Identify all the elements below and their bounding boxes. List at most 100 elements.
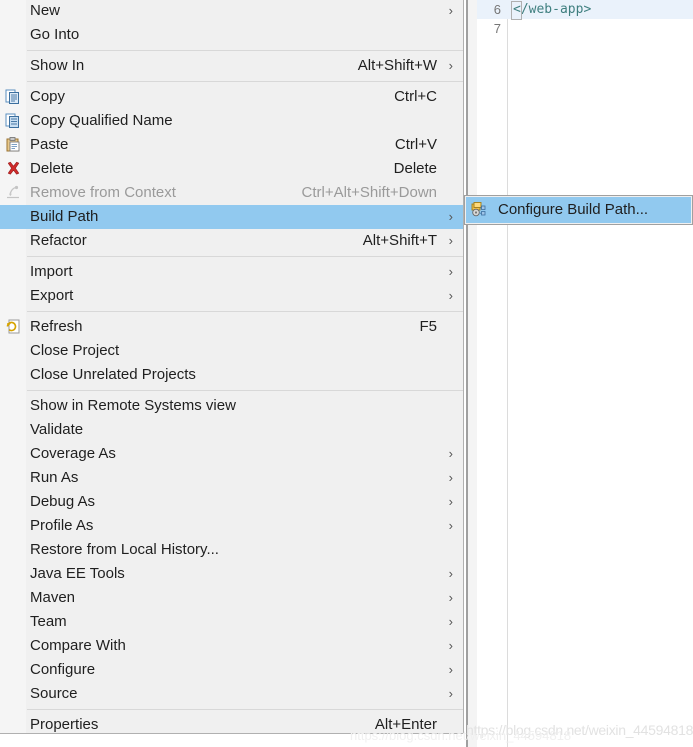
chevron-right-icon: › xyxy=(448,58,453,73)
menu-item-label: New xyxy=(30,2,61,19)
menu-item-shortcut: Ctrl+C xyxy=(394,88,437,105)
menu-item-shortcut: Ctrl+V xyxy=(394,136,437,153)
chevron-right-icon: › xyxy=(448,494,453,509)
menu-separator xyxy=(27,311,463,312)
menu-item-label: Close Project xyxy=(30,342,120,359)
chevron-right-icon: › xyxy=(448,3,453,18)
chevron-right-icon: › xyxy=(448,518,453,533)
menu-item-shortcut: Delete xyxy=(393,160,437,177)
menu-item-export[interactable]: Export › xyxy=(0,284,463,308)
code-line[interactable]: 6 </web-app> xyxy=(477,0,693,19)
menu-item-label: Import xyxy=(30,263,73,280)
menu-item-run-as[interactable]: Run As › xyxy=(0,466,463,490)
chevron-right-icon: › xyxy=(448,470,453,485)
chevron-right-icon: › xyxy=(448,566,453,581)
editor-gutter-divider xyxy=(507,0,508,747)
editor-vertical-scrollbar[interactable] xyxy=(468,0,477,747)
chevron-right-icon: › xyxy=(448,590,453,605)
menu-item-show-in[interactable]: Show In Alt+Shift+W › xyxy=(0,54,463,78)
menu-item-label: Run As xyxy=(30,469,79,486)
menu-item-validate[interactable]: Validate xyxy=(0,418,463,442)
chevron-right-icon: › xyxy=(448,446,453,461)
refresh-icon xyxy=(5,318,22,335)
menu-item-close-unrelated-projects[interactable]: Close Unrelated Projects xyxy=(0,363,463,387)
menu-item-label: Validate xyxy=(30,421,84,438)
menu-item-configure[interactable]: Configure › xyxy=(0,658,463,682)
line-code: </web-app> xyxy=(513,2,592,17)
menu-item-label: Refactor xyxy=(30,232,87,249)
delete-icon xyxy=(5,160,22,177)
menu-item-java-ee-tools[interactable]: Java EE Tools › xyxy=(0,562,463,586)
menu-item-shortcut: F5 xyxy=(419,318,437,335)
chevron-right-icon: › xyxy=(448,614,453,629)
line-number: 6 xyxy=(493,2,501,17)
menu-item-build-path[interactable]: Build Path › xyxy=(0,205,463,229)
menu-item-source[interactable]: Source › xyxy=(0,682,463,706)
menu-item-shortcut: Alt+Enter xyxy=(374,716,437,733)
menu-item-label: Source xyxy=(30,685,78,702)
paste-icon xyxy=(5,136,22,153)
menu-separator xyxy=(27,256,463,257)
copy-qualified-name-icon xyxy=(5,112,22,129)
menu-item-team[interactable]: Team › xyxy=(0,610,463,634)
menu-item-import[interactable]: Import › xyxy=(0,260,463,284)
menu-item-show-in-remote-systems-view[interactable]: Show in Remote Systems view xyxy=(0,394,463,418)
menu-item-copy-qualified-name[interactable]: Copy Qualified Name xyxy=(0,109,463,133)
menu-item-refactor[interactable]: Refactor Alt+Shift+T › xyxy=(0,229,463,253)
menu-item-debug-as[interactable]: Debug As › xyxy=(0,490,463,514)
menu-item-label: Show in Remote Systems view xyxy=(30,397,236,414)
menu-item-label: Build Path xyxy=(30,208,99,225)
submenu-item-configure-build-path[interactable]: Configure Build Path... xyxy=(466,197,691,223)
configure-build-path-icon xyxy=(471,201,488,218)
menu-item-copy[interactable]: Copy Ctrl+C xyxy=(0,85,463,109)
build-path-submenu[interactable]: Configure Build Path... xyxy=(464,195,693,225)
menu-item-label: Debug As xyxy=(30,493,96,510)
menu-item-paste[interactable]: Paste Ctrl+V xyxy=(0,133,463,157)
menu-item-shortcut: Alt+Shift+W xyxy=(357,57,437,74)
menu-item-label: Profile As xyxy=(30,517,94,534)
menu-item-label: Export xyxy=(30,287,74,304)
menu-separator xyxy=(27,81,463,82)
menu-item-properties[interactable]: Properties Alt+Enter xyxy=(0,713,463,737)
context-menu[interactable]: New › Go Into Show In Alt+Shift+W › Copy… xyxy=(0,0,464,734)
line-number: 7 xyxy=(493,21,501,36)
menu-separator xyxy=(27,709,463,710)
menu-item-restore-from-local-history[interactable]: Restore from Local History... xyxy=(0,538,463,562)
menu-item-new[interactable]: New › xyxy=(0,0,463,23)
editor-line-number-gutter xyxy=(477,0,507,747)
chevron-right-icon: › xyxy=(448,209,453,224)
menu-item-profile-as[interactable]: Profile As › xyxy=(0,514,463,538)
chevron-right-icon: › xyxy=(448,686,453,701)
menu-item-maven[interactable]: Maven › xyxy=(0,586,463,610)
menu-item-label: Coverage As xyxy=(30,445,116,462)
menu-item-label: Properties xyxy=(30,716,99,733)
menu-item-label: Go Into xyxy=(30,26,80,43)
menu-item-shortcut: Alt+Shift+T xyxy=(362,232,437,249)
menu-item-coverage-as[interactable]: Coverage As › xyxy=(0,442,463,466)
code-line[interactable]: 7 xyxy=(477,19,693,38)
menu-item-close-project[interactable]: Close Project xyxy=(0,339,463,363)
chevron-right-icon: › xyxy=(448,638,453,653)
menu-item-label: Paste xyxy=(30,136,69,153)
menu-item-label: Delete xyxy=(30,160,74,177)
chevron-right-icon: › xyxy=(448,288,453,303)
menu-item-label: Copy xyxy=(30,88,66,105)
menu-item-shortcut: Ctrl+Alt+Shift+Down xyxy=(301,184,437,201)
menu-item-label: Maven xyxy=(30,589,76,606)
menu-item-remove-from-context: Remove from Context Ctrl+Alt+Shift+Down xyxy=(0,181,463,205)
menu-item-label: Refresh xyxy=(30,318,83,335)
menu-item-label: Show In xyxy=(30,57,85,74)
menu-item-label: Copy Qualified Name xyxy=(30,112,173,129)
menu-item-refresh[interactable]: Refresh F5 xyxy=(0,315,463,339)
menu-item-go-into[interactable]: Go Into xyxy=(0,23,463,47)
menu-item-delete[interactable]: Delete Delete xyxy=(0,157,463,181)
menu-item-label: Restore from Local History... xyxy=(30,541,219,558)
menu-separator xyxy=(27,50,463,51)
menu-item-label: Team xyxy=(30,613,67,630)
menu-item-compare-with[interactable]: Compare With › xyxy=(0,634,463,658)
copy-icon xyxy=(5,88,22,105)
chevron-right-icon: › xyxy=(448,264,453,279)
menu-item-label: Configure xyxy=(30,661,96,678)
menu-separator xyxy=(27,390,463,391)
text-cursor xyxy=(511,1,522,20)
